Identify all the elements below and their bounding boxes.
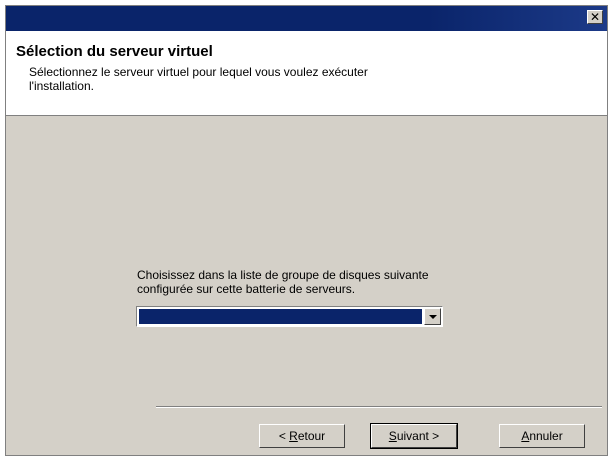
close-icon: ✕ — [589, 10, 601, 24]
button-separator — [156, 406, 602, 408]
chevron-down-icon[interactable] — [424, 308, 441, 325]
next-button[interactable]: Suivant > — [370, 423, 458, 449]
next-button-mnemonic: S — [388, 429, 397, 443]
disk-group-selected-value — [139, 309, 422, 324]
disk-group-select[interactable] — [136, 306, 443, 327]
next-button-label: uivant > — [396, 429, 440, 443]
cancel-button-label: nnuler — [529, 429, 563, 443]
back-button-mnemonic: R — [289, 429, 298, 443]
cancel-button[interactable]: Annuler — [499, 424, 585, 448]
wizard-header: Sélection du serveur virtuel Sélectionne… — [6, 31, 607, 116]
installer-dialog: ✕ Sélection du serveur virtuel Sélection… — [5, 5, 608, 456]
page-title: Sélection du serveur virtuel — [16, 43, 213, 60]
title-bar[interactable]: ✕ — [6, 6, 607, 31]
back-button-prefix: < — [278, 429, 290, 443]
back-button[interactable]: < Retour — [259, 424, 345, 448]
close-button[interactable]: ✕ — [587, 10, 603, 24]
back-button-label: etour — [297, 429, 326, 443]
disk-group-label: Choisissez dans la liste de groupe de di… — [137, 268, 429, 296]
page-subtitle: Sélectionnez le serveur virtuel pour leq… — [29, 65, 368, 93]
